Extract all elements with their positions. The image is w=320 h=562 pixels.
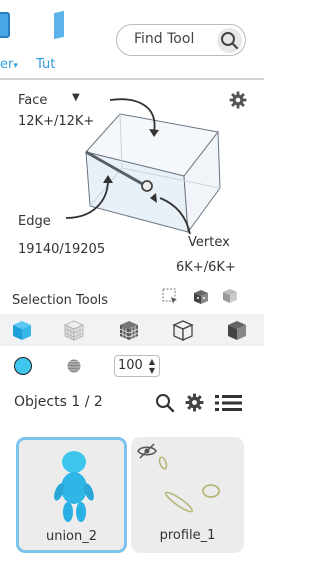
object-label-profile-1: profile_1 bbox=[159, 528, 216, 543]
brush-size-stepper[interactable]: 100 ▲ ▼ bbox=[114, 355, 160, 377]
select-faces-icon[interactable] bbox=[192, 288, 210, 306]
selection-color-swatch[interactable] bbox=[14, 357, 32, 375]
select-faces-grid-icon[interactable] bbox=[118, 319, 140, 341]
stepper-down-icon[interactable]: ▼ bbox=[149, 366, 155, 375]
union-thumbnail bbox=[54, 451, 94, 522]
select-edges-icon[interactable] bbox=[172, 319, 194, 341]
select-solid-icon[interactable] bbox=[226, 319, 248, 341]
profile-thumbnail bbox=[158, 456, 220, 513]
edge-label: Edge bbox=[18, 214, 51, 229]
sphere-brush-icon[interactable] bbox=[66, 358, 82, 374]
object-card-union-2[interactable]: union_2 bbox=[16, 437, 127, 553]
select-object-icon[interactable] bbox=[11, 319, 33, 341]
list-view-icon[interactable] bbox=[215, 394, 243, 412]
vertex-count: 6K+/6K+ bbox=[176, 260, 236, 275]
select-vertex-grid-icon[interactable] bbox=[63, 319, 85, 341]
search-objects-icon[interactable] bbox=[155, 393, 175, 413]
box-select-icon[interactable] bbox=[162, 288, 178, 304]
edge-count: 19140/19205 bbox=[18, 242, 106, 257]
vertex-label: Vertex bbox=[188, 235, 230, 250]
selection-tools-title: Selection Tools bbox=[12, 293, 109, 308]
object-card-profile-1[interactable]: profile_1 bbox=[131, 437, 244, 553]
objects-header: Objects 1 / 2 bbox=[14, 394, 103, 410]
select-mesh-icon[interactable] bbox=[221, 287, 239, 305]
objects-settings-icon[interactable] bbox=[185, 393, 204, 412]
brush-size-value: 100 bbox=[118, 358, 143, 373]
object-label-union-2: union_2 bbox=[45, 529, 98, 544]
stepper-up-icon[interactable]: ▲ bbox=[149, 357, 155, 366]
